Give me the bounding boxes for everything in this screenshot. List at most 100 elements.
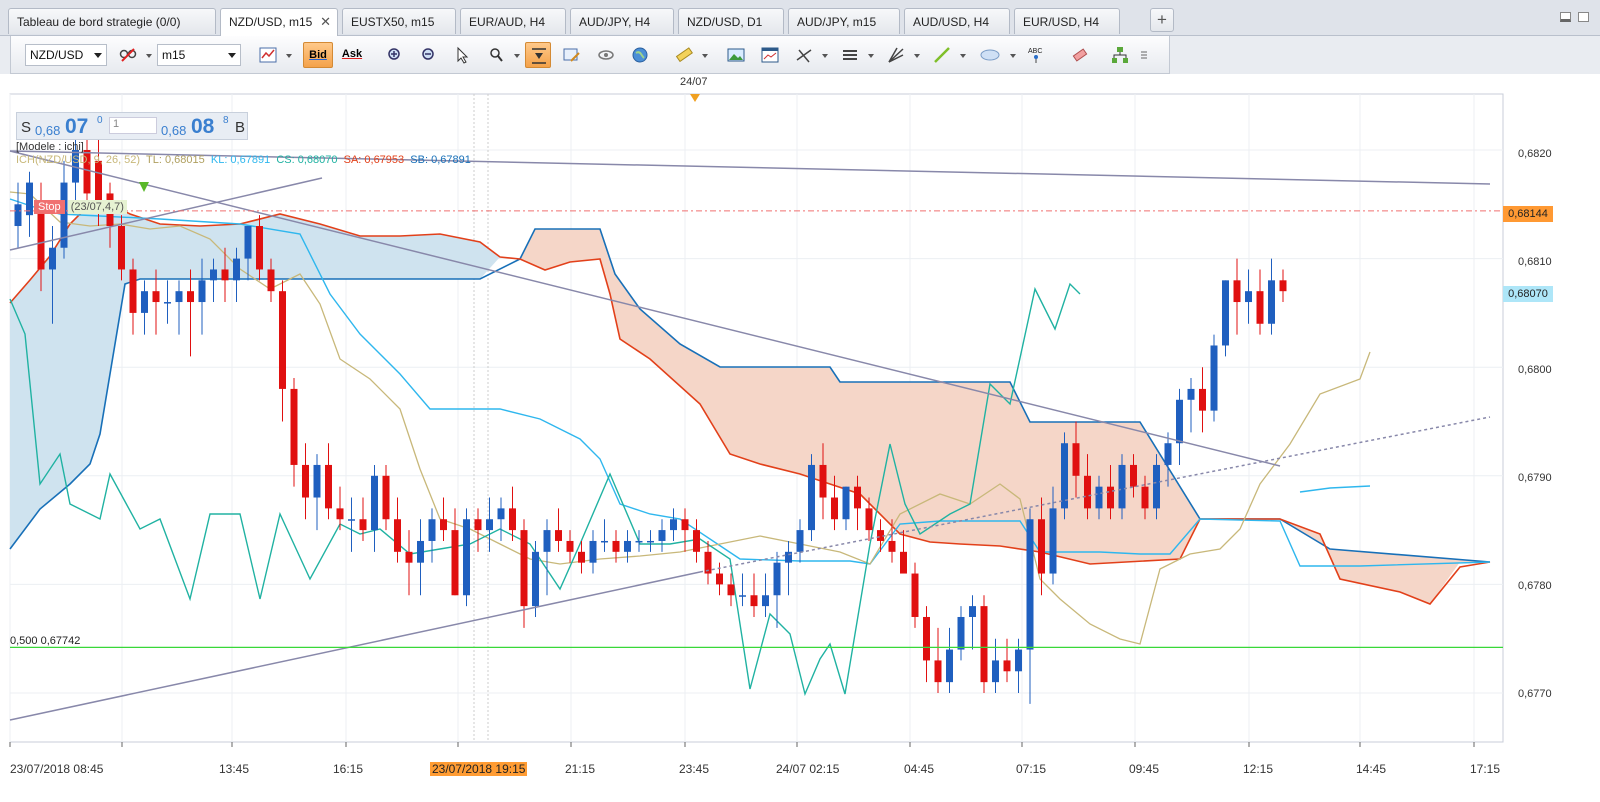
candle-body xyxy=(371,475,378,531)
candle-body xyxy=(244,226,252,259)
tab-audusd-h4[interactable]: AUD/USD, H4 xyxy=(904,8,1010,34)
close-icon[interactable]: ✕ xyxy=(320,14,331,30)
current-price-tag: 0,68070 xyxy=(1503,286,1553,302)
eraser-button[interactable] xyxy=(1067,42,1093,68)
autoscroll-button[interactable] xyxy=(525,42,551,68)
tab-nzdusd-m15[interactable]: NZD/USD, m15 ✕ xyxy=(220,8,338,36)
trendline-button[interactable] xyxy=(929,42,955,68)
chart-type-button[interactable] xyxy=(255,42,281,68)
candle-body xyxy=(543,530,551,552)
buy-label[interactable]: B xyxy=(235,119,245,136)
bid-button[interactable]: Bid xyxy=(303,42,333,68)
candle-body xyxy=(1118,464,1126,509)
candle-body xyxy=(773,562,781,596)
add-tab-button[interactable]: + xyxy=(1150,8,1174,32)
draw-lines-button[interactable] xyxy=(791,42,817,68)
tab-audjpy-h4[interactable]: AUD/JPY, H4 xyxy=(570,8,674,34)
candle-body xyxy=(762,595,769,607)
svg-text:ABC: ABC xyxy=(1028,48,1042,55)
picture-button[interactable] xyxy=(723,42,749,68)
buy-price-prefix[interactable]: 0,68 xyxy=(161,123,186,138)
minimize-icon[interactable] xyxy=(1560,12,1571,22)
tab-eustx50-m15[interactable]: EUSTX50, m15 xyxy=(342,8,456,34)
kijun-value: KL: 0,67891 xyxy=(210,154,271,166)
quantity-input[interactable]: 1 xyxy=(109,117,157,134)
sell-price-prefix[interactable]: 0,68 xyxy=(35,123,60,138)
ruler-button[interactable] xyxy=(671,42,697,68)
horizontal-lines-icon xyxy=(843,50,857,60)
tab-label: EUR/AUD, H4 xyxy=(469,15,546,29)
tab-eurusd-h4[interactable]: EUR/USD, H4 xyxy=(1014,8,1120,34)
candle-body xyxy=(405,551,413,563)
candle-body xyxy=(1268,280,1275,324)
symbol-select[interactable]: NZD/USD xyxy=(25,44,107,66)
zoom-out-button[interactable] xyxy=(415,42,441,68)
stop-order-label[interactable]: Stop (23/07,4,7) xyxy=(34,200,127,217)
chevron-down-icon[interactable] xyxy=(1010,54,1016,58)
text-button[interactable]: ABC xyxy=(1023,42,1049,68)
template-button[interactable] xyxy=(757,42,783,68)
tab-dashboard[interactable]: Tableau de bord strategie (0/0) xyxy=(8,8,216,34)
candle-body xyxy=(14,204,22,227)
candle-body xyxy=(1072,443,1080,476)
price-chart[interactable]: S 0,68 07 0 1 0,68 08 8 B [Modele : ichi… xyxy=(0,74,1600,802)
y-tick-label: 0,6770 xyxy=(1518,688,1552,700)
sell-price-pips[interactable]: 07 xyxy=(65,115,88,139)
crosshair-button[interactable] xyxy=(593,42,619,68)
chevron-down-icon[interactable] xyxy=(914,54,920,58)
candle-body xyxy=(1130,464,1137,487)
candle-body xyxy=(923,616,930,661)
zoom-area-button[interactable] xyxy=(483,42,509,68)
model-text: [Modele : ichi] xyxy=(16,141,84,153)
candle-body xyxy=(325,464,332,509)
indicator-toggle-button[interactable] xyxy=(115,42,141,68)
maximize-icon[interactable] xyxy=(1578,12,1589,22)
candle-body xyxy=(635,540,643,543)
tab-audjpy-m15[interactable]: AUD/JPY, m15 xyxy=(788,8,900,34)
candle-body xyxy=(463,519,470,596)
sell-label[interactable]: S xyxy=(21,119,31,136)
candle-body xyxy=(566,540,574,552)
candle-body xyxy=(336,508,344,520)
cursor-button[interactable] xyxy=(449,42,475,68)
ellipse-button[interactable] xyxy=(975,42,1005,68)
tab-nzdusd-d1[interactable]: NZD/USD, D1 xyxy=(678,8,784,34)
buy-price-pips[interactable]: 08 xyxy=(191,115,214,139)
chart-canvas[interactable] xyxy=(0,74,1600,802)
candle-body xyxy=(888,540,896,552)
horizontal-lines-button[interactable] xyxy=(837,42,863,68)
candle-body xyxy=(49,247,56,270)
chevron-down-icon[interactable] xyxy=(514,54,520,58)
candle-body xyxy=(670,519,677,531)
y-tick-label: 0,6780 xyxy=(1518,580,1552,592)
tab-label: EUR/USD, H4 xyxy=(1023,15,1100,29)
chevron-down-icon[interactable] xyxy=(822,54,828,58)
hierarchy-button[interactable] xyxy=(1107,42,1133,68)
candle-body xyxy=(612,540,620,552)
cross-lines-icon xyxy=(796,49,812,63)
cursor-icon xyxy=(457,46,469,64)
top-date-text: 24/07 xyxy=(680,76,708,88)
candle-body xyxy=(992,660,999,683)
candle-body xyxy=(198,280,206,303)
tab-euraud-h4[interactable]: EUR/AUD, H4 xyxy=(460,8,566,34)
web-button[interactable] xyxy=(627,42,653,68)
screenshot-button[interactable] xyxy=(559,42,585,68)
candle-body xyxy=(555,530,562,541)
toolbar-overflow-button[interactable] xyxy=(1137,42,1151,68)
chevron-down-icon[interactable] xyxy=(868,54,874,58)
chevron-down-icon[interactable] xyxy=(146,54,152,58)
fan-button[interactable] xyxy=(883,42,909,68)
candle-body xyxy=(509,508,516,531)
x-tick-label: 09:45 xyxy=(1129,762,1160,776)
timeframe-select[interactable]: m15 xyxy=(157,44,241,66)
chevron-down-icon[interactable] xyxy=(702,54,708,58)
ask-button[interactable]: Ask xyxy=(337,42,367,68)
zoom-in-button[interactable] xyxy=(381,42,407,68)
fib-level-text: 0,500 0,67742 xyxy=(10,635,81,647)
candle-body xyxy=(681,519,689,531)
x-tick-label: 13:45 xyxy=(219,762,250,776)
buy-price-fraction: 8 xyxy=(223,115,229,126)
chevron-down-icon[interactable] xyxy=(960,54,966,58)
chevron-down-icon[interactable] xyxy=(286,54,292,58)
